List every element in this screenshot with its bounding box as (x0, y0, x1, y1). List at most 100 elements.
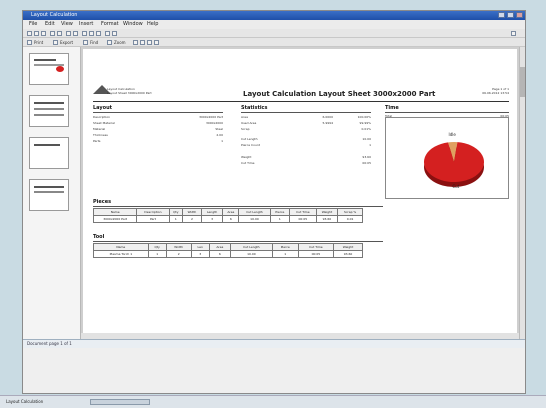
redo-icon[interactable] (73, 31, 78, 36)
print-icon[interactable] (27, 40, 32, 45)
table-row[interactable]: Plasma Torch 1 1 2 3 6 10.00 1 00:05 93.60 (93, 250, 363, 258)
table-cell: 0.01 (337, 215, 363, 223)
column-header: Name (93, 243, 149, 251)
pie-chart-svg: Idle Cut (424, 132, 484, 189)
table-cell: Plasma Torch 1 (93, 250, 149, 258)
table-cell: 2 (182, 215, 202, 223)
menu-format[interactable]: Format (101, 20, 119, 29)
copy-icon[interactable] (89, 31, 94, 36)
help-icon[interactable] (511, 31, 516, 36)
statistics-percent: 100.00% (357, 115, 371, 119)
table-row[interactable]: 3000x2000 Part Part 1 2 3 6 10.00 1 00:05 93.60 0.… (92, 215, 363, 223)
menu-window[interactable]: Window (123, 20, 143, 29)
statistics-key: Pierce Count (241, 143, 260, 147)
report-title: Layout Calculation Layout Sheet 3000x200… (243, 90, 436, 98)
layout-value: 3000x2000 (205, 121, 223, 125)
statistics-key: Scrap (241, 127, 250, 131)
find-icon[interactable] (83, 40, 88, 45)
statistics-key: Cut Length (241, 137, 258, 141)
menu-insert[interactable]: Insert (79, 20, 93, 29)
table-cell: 10.00 (238, 215, 271, 223)
save-icon[interactable] (41, 31, 46, 36)
time-rule (385, 112, 509, 113)
zoom-icon[interactable] (112, 31, 117, 36)
table-cell: 3 (190, 250, 210, 258)
find-label[interactable]: Find (90, 38, 98, 47)
maximize-button[interactable] (507, 12, 514, 18)
lower-pane (23, 348, 525, 393)
statistics-heading: Statistics (241, 105, 268, 111)
layout-key: Parts (93, 139, 101, 143)
statistics-percent: 99.99% (359, 121, 371, 125)
zoom-label[interactable]: Zoom (114, 38, 126, 47)
column-header: Cut Time (289, 208, 317, 216)
menu-help[interactable]: Help (147, 20, 158, 29)
find-icon[interactable] (105, 31, 110, 36)
statistics-key: Weight (241, 155, 252, 159)
menu-file[interactable]: File (29, 20, 37, 29)
header-rule (93, 101, 509, 102)
statistics-percent: 00:05 (362, 161, 371, 165)
menu-bar: File Edit View Insert Format Window Help (23, 20, 525, 29)
last-page-icon[interactable] (154, 40, 159, 45)
column-header: Weight (315, 208, 339, 216)
taskbar-app-button[interactable] (90, 399, 150, 405)
tools-rule (93, 241, 383, 242)
zoom-icon[interactable] (107, 40, 112, 45)
close-button[interactable] (516, 12, 523, 18)
layout-value: Steel (215, 127, 223, 131)
new-icon[interactable] (27, 31, 32, 36)
paste-icon[interactable] (96, 31, 101, 36)
menu-edit[interactable]: Edit (45, 20, 55, 29)
column-header: Pierce (269, 208, 291, 216)
previous-page-icon[interactable] (140, 40, 145, 45)
taskbar-label: Layout Calculation (6, 399, 44, 404)
page-thumbnail[interactable] (29, 53, 69, 85)
print-icon[interactable] (50, 31, 55, 36)
pieces-heading: Pieces (93, 199, 112, 205)
page-thumbnail[interactable] (29, 95, 69, 127)
statistics-percent: 10.00 (362, 137, 371, 141)
column-header: Len (190, 243, 210, 251)
table-cell: 10.00 (229, 250, 273, 258)
next-page-icon[interactable] (147, 40, 152, 45)
page-thumbnail[interactable] (29, 137, 69, 169)
print-label[interactable]: Print (34, 38, 43, 47)
time-heading: Time (385, 105, 399, 111)
statistics-value: 6.0000 (322, 115, 334, 119)
menu-view[interactable]: View (61, 20, 73, 29)
open-icon[interactable] (34, 31, 39, 36)
layout-value: 3000x2000 Part (199, 115, 223, 119)
title-bar[interactable]: Layout Calculation (23, 11, 525, 20)
statistics-value: 5.9994 (322, 121, 334, 125)
column-header: Name (92, 208, 138, 216)
column-header: Cut Length (238, 208, 271, 216)
table-cell: 1 (269, 215, 291, 223)
minimize-button[interactable] (498, 12, 505, 18)
vertical-scrollbar[interactable] (519, 47, 525, 339)
export-label[interactable]: Export (60, 38, 73, 47)
table-cell: 93.60 (315, 215, 339, 223)
column-header: Area (222, 208, 240, 216)
column-header: Description (136, 208, 170, 216)
statistics-percent: 0.01% (361, 127, 371, 131)
pie-label: Idle (449, 132, 457, 137)
preview-icon[interactable] (57, 31, 62, 36)
statistics-key: Cut Time (241, 161, 255, 165)
vertical-scroll-thumb[interactable] (520, 67, 525, 97)
undo-icon[interactable] (66, 31, 71, 36)
page-thumbnail[interactable] (29, 179, 69, 211)
table-cell: 3000x2000 Part (92, 215, 138, 223)
export-icon[interactable] (53, 40, 58, 45)
first-page-icon[interactable] (133, 40, 138, 45)
layout-key: Thickness (93, 133, 108, 137)
column-header: Length (200, 208, 224, 216)
table-cell: 1 (271, 250, 299, 258)
cut-icon[interactable] (82, 31, 87, 36)
table-cell: 00:05 (297, 250, 335, 258)
pie-label: Cut (452, 184, 459, 189)
taskbar: Layout Calculation (0, 395, 546, 408)
column-header: Width (165, 243, 192, 251)
table-cell: 93.60 (333, 250, 363, 258)
layout-heading: Layout (93, 105, 113, 111)
